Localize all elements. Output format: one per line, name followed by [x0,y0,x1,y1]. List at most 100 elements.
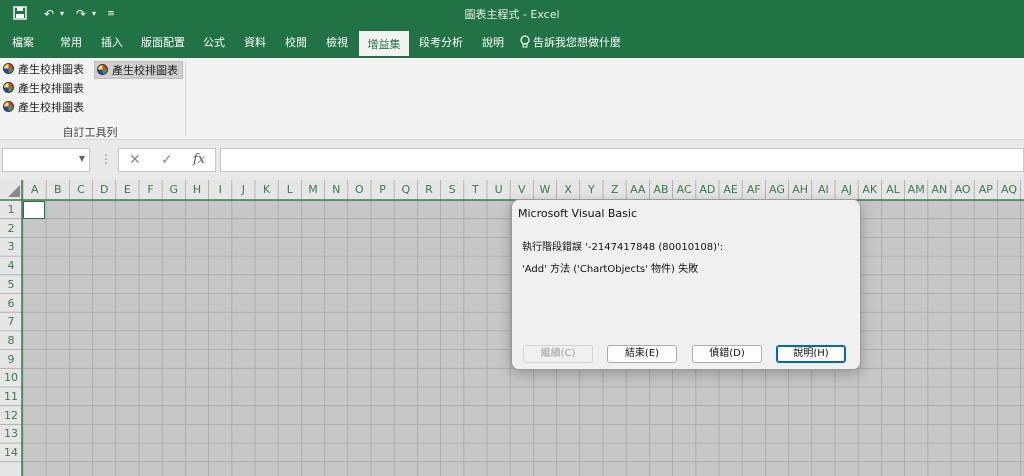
column-header-aj[interactable]: AJ [835,180,858,200]
ribbon-item-label: 產生校排圖表 [18,82,84,95]
row-header-5[interactable]: 5 [0,275,22,294]
tell-me-label: 告訴我您想做什麼 [533,36,621,49]
column-header-f[interactable]: F [139,180,162,200]
end-button[interactable]: 結束(E) [607,345,677,363]
column-header-ah[interactable]: AH [789,180,812,200]
column-header-y[interactable]: Y [580,180,603,200]
ribbon-item-generate-chart-2[interactable]: 產生校排圖表 [3,80,84,98]
tab-addins[interactable]: 增益集 [359,31,409,58]
column-header-u[interactable]: U [487,180,510,200]
row-header-10[interactable]: 10 [0,368,22,387]
row-header-9[interactable]: 9 [0,350,22,369]
column-header-aa[interactable]: AA [626,180,649,200]
tab-data[interactable]: 資料 [238,28,272,58]
ribbon-item-generate-chart-3[interactable]: 產生校排圖表 [3,99,84,117]
chart-icon [3,63,14,74]
column-header-l[interactable]: L [278,180,301,200]
column-header-x[interactable]: X [557,180,580,200]
name-box[interactable]: ▼ [2,148,90,172]
enter-icon[interactable]: ✓ [161,152,173,168]
formula-buttons: ✕ ✓ fx [118,148,216,172]
column-header-b[interactable]: B [46,180,69,200]
column-header-o[interactable]: O [348,180,371,200]
dialog-error-code: 執行階段錯誤 '-2147417848 (80010108)': [522,242,724,253]
tab-exam-analysis[interactable]: 段考分析 [415,28,467,58]
ribbon-item-generate-chart-selected[interactable]: 產生校排圖表 [94,61,183,79]
column-header-ao[interactable]: AO [951,180,974,200]
column-header-aq[interactable]: AQ [997,180,1020,200]
drag-handle-icon[interactable]: ⋮ [100,152,112,166]
column-header-z[interactable]: Z [603,180,626,200]
column-header-af[interactable]: AF [742,180,765,200]
formula-input[interactable] [220,148,1024,172]
column-header-ap[interactable]: AP [974,180,997,200]
column-header-ad[interactable]: AD [696,180,719,200]
help-button[interactable]: 說明(H) [776,345,846,363]
row-header-8[interactable]: 8 [0,331,22,350]
cancel-icon[interactable]: ✕ [129,152,141,168]
row-header-14[interactable]: 14 [0,443,22,462]
group-divider [185,62,186,136]
column-header-p[interactable]: P [371,180,394,200]
ribbon-item-label: 產生校排圖表 [18,101,84,114]
active-cell[interactable] [23,201,45,219]
column-header-g[interactable]: G [162,180,185,200]
column-header-al[interactable]: AL [881,180,904,200]
group-label: 自訂工具列 [62,126,118,139]
chart-icon [3,101,14,112]
title-bar: ↶ ▾ ↷ ▾ ≡ 圖表主程式 - Excel [0,0,1024,28]
column-header-an[interactable]: AN [928,180,951,200]
ribbon-item-label: 產生校排圖表 [18,63,84,76]
column-header-ae[interactable]: AE [719,180,742,200]
column-header-a[interactable]: A [1021,180,1024,200]
column-header-t[interactable]: T [464,180,487,200]
column-header-ai[interactable]: AI [812,180,835,200]
chevron-down-icon[interactable]: ▼ [79,154,85,163]
column-header-m[interactable]: M [301,180,324,200]
tell-me-search[interactable]: 告訴我您想做什麼 [520,28,630,58]
tab-home[interactable]: 常用 [54,28,88,58]
column-header-c[interactable]: C [69,180,92,200]
ribbon-item-label: 產生校排圖表 [112,64,178,77]
column-header-a[interactable]: A [23,180,46,200]
tab-file[interactable]: 檔案 [6,28,40,58]
column-header-v[interactable]: V [510,180,533,200]
row-header-6[interactable]: 6 [0,294,22,313]
column-header-e[interactable]: E [116,180,139,200]
column-header-ak[interactable]: AK [858,180,881,200]
column-header-s[interactable]: S [441,180,464,200]
column-header-ag[interactable]: AG [765,180,788,200]
tab-page-layout[interactable]: 版面配置 [138,28,188,58]
column-header-k[interactable]: K [255,180,278,200]
formula-bar: ▼ ⋮ ✕ ✓ fx [0,140,1024,180]
column-header-i[interactable]: I [209,180,232,200]
column-header-ac[interactable]: AC [673,180,696,200]
tab-help[interactable]: 說明 [476,28,510,58]
tab-formulas[interactable]: 公式 [197,28,231,58]
column-header-j[interactable]: J [232,180,255,200]
column-header-r[interactable]: R [417,180,440,200]
row-header-1[interactable]: 1 [0,200,22,219]
row-header-11[interactable]: 11 [0,387,22,406]
debug-button[interactable]: 偵錯(D) [692,345,762,363]
window-title: 圖表主程式 - Excel [464,8,560,21]
column-header-ab[interactable]: AB [649,180,672,200]
tab-insert[interactable]: 插入 [95,28,129,58]
tab-view[interactable]: 檢視 [320,28,354,58]
column-header-n[interactable]: N [325,180,348,200]
insert-function-icon[interactable]: fx [193,152,205,167]
row-header-2[interactable]: 2 [0,219,22,238]
column-header-h[interactable]: H [185,180,208,200]
row-header-13[interactable]: 13 [0,424,22,443]
column-header-q[interactable]: Q [394,180,417,200]
ribbon-item-generate-chart-1[interactable]: 產生校排圖表 [3,61,84,79]
column-header-w[interactable]: W [533,180,556,200]
row-header-4[interactable]: 4 [0,256,22,275]
row-header-12[interactable]: 12 [0,406,22,425]
tab-review[interactable]: 校閱 [279,28,313,58]
row-header-3[interactable]: 3 [0,237,22,256]
column-header-d[interactable]: D [93,180,116,200]
row-header-7[interactable]: 7 [0,312,22,331]
chart-icon [97,64,108,75]
column-header-am[interactable]: AM [905,180,928,200]
